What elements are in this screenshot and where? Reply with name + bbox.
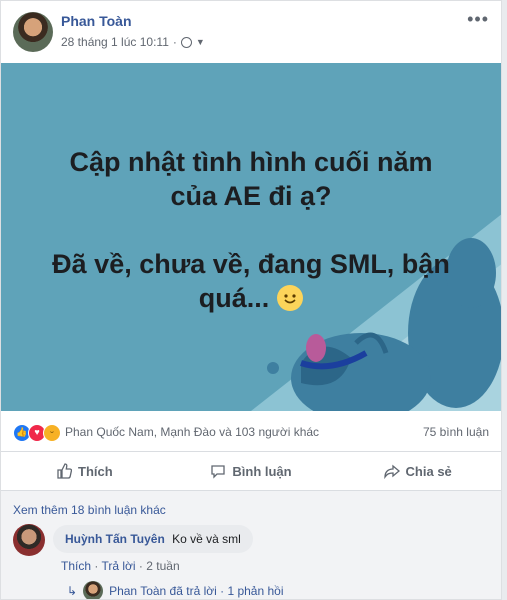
comment-icon <box>211 465 226 479</box>
reply-avatar <box>83 581 104 599</box>
reply-arrow-icon: ↳ <box>67 584 78 598</box>
author-avatar[interactable] <box>13 12 53 52</box>
meta-dot: · <box>172 35 177 49</box>
post-meta: 28 tháng 1 lúc 10:11 · ▼ <box>61 35 205 49</box>
reaction-names[interactable]: Phan Quốc Nam, Mạnh Đào và 103 người khá… <box>65 425 319 439</box>
like-button-label: Thích <box>78 463 113 479</box>
post-card: Phan Toàn 28 tháng 1 lúc 10:11 · ▼ ••• C… <box>0 0 502 600</box>
comment-button-label: Bình luận <box>232 463 292 479</box>
comment-text: Ko về và sml <box>172 532 241 546</box>
comments-section: Xem thêm 18 bình luận khác Huỳnh Tấn Tuy… <box>1 491 501 599</box>
view-more-comments-link[interactable]: Xem thêm 18 bình luận khác <box>13 503 166 517</box>
banner-line-2: của AE đi ạ? <box>170 181 332 211</box>
like-button[interactable]: Thích <box>1 452 168 490</box>
chevron-down-icon[interactable]: ▼ <box>196 37 205 47</box>
commenter-avatar[interactable] <box>13 524 45 556</box>
comment-bubble: Huỳnh Tấn Tuyên Ko về và sml <box>53 525 253 553</box>
banner-text: Cập nhật tình hình cuối năm của AE đi ạ?… <box>1 145 501 315</box>
post-timestamp[interactable]: 28 tháng 1 lúc 10:11 <box>61 35 169 49</box>
comment-actions: Thích · Trả lời · 2 tuần <box>61 559 180 573</box>
reaction-icons[interactable]: 👍 ♥ ᵕ <box>13 424 61 442</box>
smiley-icon <box>277 285 304 311</box>
share-button[interactable]: Chia sẻ <box>334 452 501 490</box>
more-options-icon[interactable]: ••• <box>467 9 489 30</box>
author-name[interactable]: Phan Toàn <box>61 13 132 29</box>
post-header: Phan Toàn 28 tháng 1 lúc 10:11 · ▼ ••• <box>1 1 501 63</box>
banner-line-3: Đã về, chưa về, đang SML, bận <box>52 249 450 279</box>
comment-button[interactable]: Bình luận <box>168 452 335 490</box>
action-bar: Thích Bình luận Chia sẻ <box>1 452 501 491</box>
globe-icon[interactable] <box>180 36 192 48</box>
comment-reply-link[interactable]: Trả lời <box>101 559 135 573</box>
share-button-label: Chia sẻ <box>405 463 452 479</box>
reaction-summary: 👍 ♥ ᵕ Phan Quốc Nam, Mạnh Đào và 103 ngư… <box>1 411 501 452</box>
comment-count[interactable]: 75 bình luận <box>423 425 489 439</box>
banner-line-4: quá... <box>198 283 270 313</box>
commenter-name[interactable]: Huỳnh Tấn Tuyên <box>65 532 165 546</box>
banner-spacer <box>1 213 501 247</box>
reply-summary-text: Phan Toàn đã trả lời · 1 phản hồi <box>109 584 284 598</box>
post-banner[interactable]: Cập nhật tình hình cuối năm của AE đi ạ?… <box>1 63 501 411</box>
reply-summary-link[interactable]: ↳ Phan Toàn đã trả lời · 1 phản hồi <box>67 581 284 599</box>
haha-icon: ᵕ <box>43 424 61 442</box>
share-icon <box>383 464 400 479</box>
comment-time: 2 tuần <box>146 559 180 573</box>
thumbs-up-icon <box>57 463 72 479</box>
comment-like-link[interactable]: Thích <box>61 559 91 573</box>
banner-line-4-wrap: quá... <box>1 281 501 315</box>
banner-line-1: Cập nhật tình hình cuối năm <box>69 147 433 177</box>
